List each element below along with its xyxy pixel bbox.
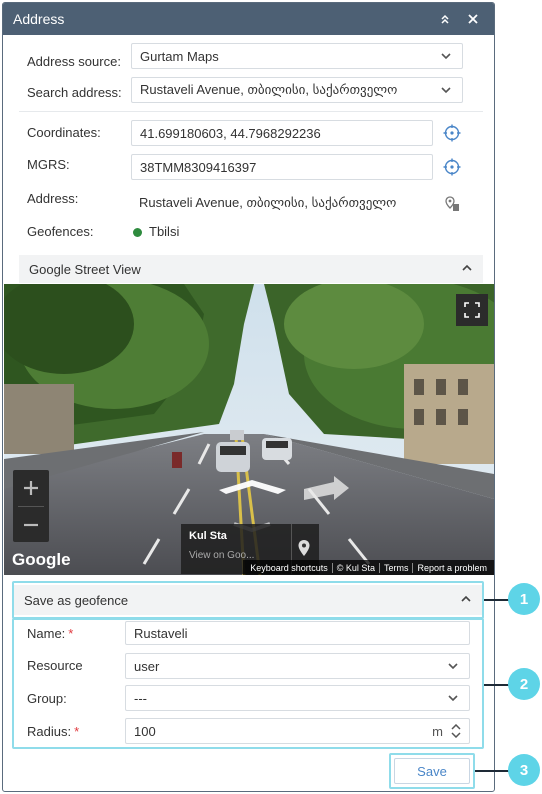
address-label: Address: — [27, 191, 79, 206]
street-view-panel-header[interactable]: Google Street View — [19, 255, 483, 283]
chevron-up-icon[interactable] — [461, 262, 473, 277]
search-address-select[interactable]: Rustaveli Avenue, თბილისი, საქართველო — [131, 77, 463, 103]
address-source-select[interactable]: Gurtam Maps — [131, 43, 463, 69]
coordinates-value: 41.699180603, 44.7968292236 — [140, 125, 321, 141]
callout-3: 3 — [508, 754, 540, 786]
minus-icon — [24, 523, 38, 526]
geofence-status-dot — [133, 228, 142, 237]
chevron-down-icon — [440, 50, 452, 65]
window-title: Address — [13, 11, 65, 27]
highlight-box-2 — [12, 618, 484, 749]
highlight-box-3 — [389, 753, 475, 789]
attribution-bar: Keyboard shortcuts © Kul Sta Terms Repor… — [243, 560, 494, 575]
google-logo: Google — [12, 550, 71, 569]
terms-link[interactable]: Terms — [378, 562, 413, 573]
address-window: Address Address source: Gurtam Maps Sear… — [2, 2, 495, 792]
divider — [19, 111, 483, 112]
callout-line — [484, 684, 510, 686]
crosshair-icon[interactable] — [441, 122, 463, 144]
address-source-label: Address source: — [27, 54, 121, 69]
geofences-label: Geofences: — [27, 224, 94, 239]
fullscreen-icon — [464, 302, 480, 318]
plus-icon — [24, 481, 38, 495]
zoom-in-button[interactable] — [13, 470, 49, 506]
callout-line — [475, 770, 510, 772]
highlight-box-1 — [12, 581, 484, 619]
geofence-name[interactable]: Tbilsi — [149, 224, 179, 239]
street-view-title: Google Street View — [29, 261, 141, 277]
copyright-text: © Kul Sta — [331, 562, 379, 573]
zoom-out-button[interactable] — [13, 507, 49, 542]
map-pin-icon[interactable] — [297, 539, 311, 557]
mgrs-value: 38TMM8309416397 — [140, 159, 257, 175]
coordinates-label: Coordinates: — [27, 125, 101, 140]
coordinates-field[interactable]: 41.699180603, 44.7968292236 — [131, 120, 433, 146]
crosshair-icon[interactable] — [441, 156, 463, 178]
close-icon[interactable] — [462, 8, 484, 30]
callout-line — [484, 599, 510, 601]
callout-2: 2 — [508, 668, 540, 700]
collapse-icon[interactable] — [434, 8, 456, 30]
mgrs-field[interactable]: 38TMM8309416397 — [131, 154, 433, 180]
callout-1: 1 — [508, 583, 540, 615]
address-value: Rustaveli Avenue, თბილისი, საქართველო — [139, 195, 397, 210]
report-problem-link[interactable]: Report a problem — [412, 562, 491, 573]
street-view-image[interactable]: Kul Sta View on Goo... Google Keyboard s… — [4, 284, 494, 575]
chevron-down-icon — [440, 84, 452, 99]
place-name: Kul Sta — [189, 530, 227, 542]
address-source-value: Gurtam Maps — [140, 48, 219, 64]
search-address-value: Rustaveli Avenue, თბილისი, საქართველო — [140, 82, 398, 97]
location-pin-icon[interactable] — [441, 193, 463, 215]
keyboard-shortcuts-link[interactable]: Keyboard shortcuts — [246, 563, 332, 573]
fullscreen-button[interactable] — [456, 294, 488, 326]
search-address-label: Search address: — [27, 85, 122, 100]
mgrs-label: MGRS: — [27, 157, 70, 172]
zoom-controls — [13, 470, 49, 542]
window-titlebar: Address — [3, 3, 494, 35]
